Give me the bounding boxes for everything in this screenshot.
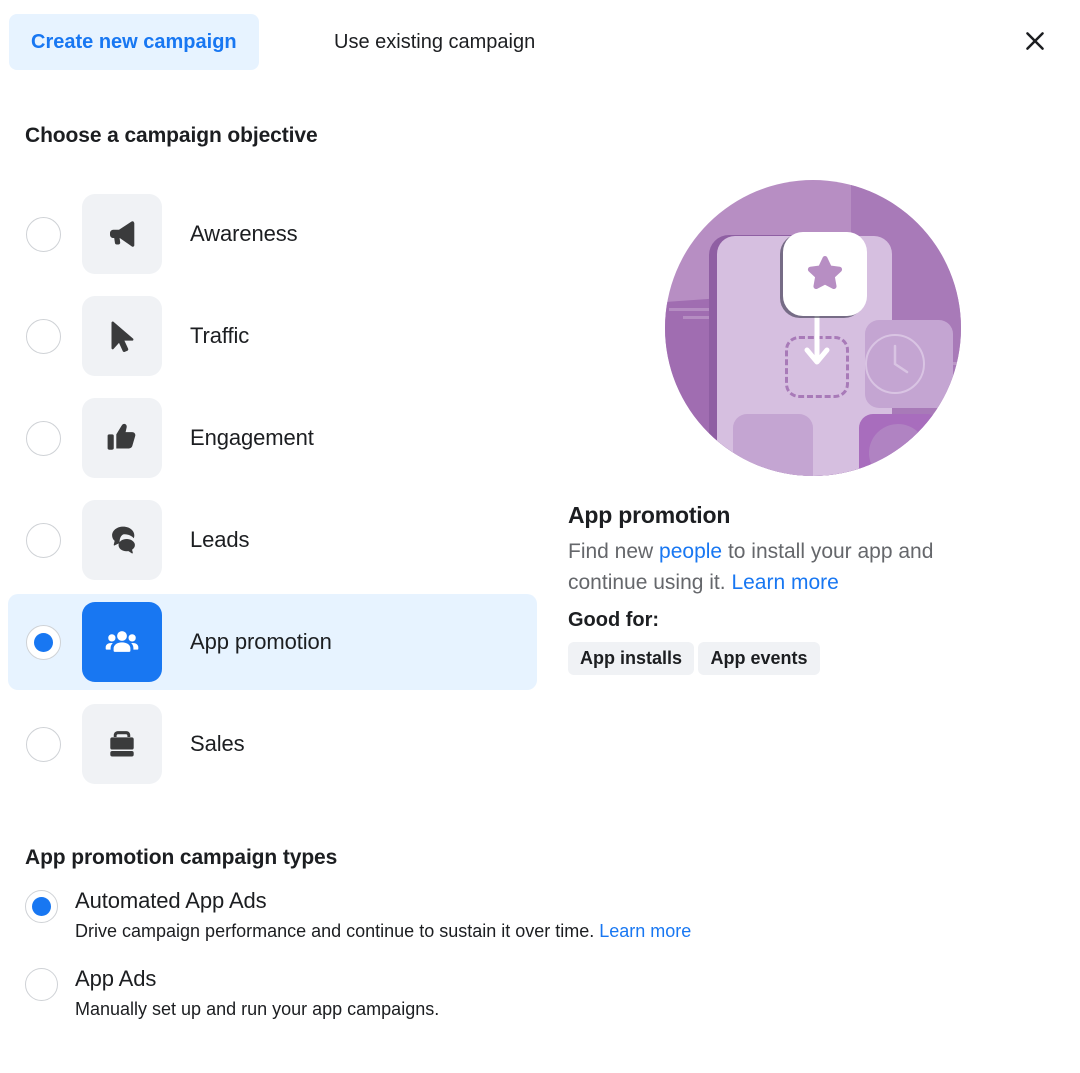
campaign-type-row-automated-app-ads[interactable]: Automated App Ads Drive campaign perform… <box>25 888 905 944</box>
campaign-types-title: App promotion campaign types <box>25 846 338 869</box>
megaphone-icon <box>82 194 162 274</box>
detail-description: Find new people to install your app and … <box>568 537 1018 599</box>
objective-list: Awareness Traffic Engagement Leads App p… <box>0 186 545 798</box>
objective-row-awareness[interactable]: Awareness <box>8 186 537 282</box>
objective-label: Sales <box>190 731 245 756</box>
campaign-type-desc-text: Manually set up and run your app campaig… <box>75 999 440 1020</box>
clock-icon <box>865 334 925 394</box>
radio-engagement[interactable] <box>26 420 61 456</box>
campaign-type-text: Automated App Ads Drive campaign perform… <box>75 888 691 944</box>
learn-more-link-automated[interactable]: Learn more <box>599 921 691 941</box>
people-link[interactable]: people <box>659 540 722 563</box>
objective-row-leads[interactable]: Leads <box>8 492 537 588</box>
radio-automated-app-ads[interactable] <box>25 890 58 923</box>
objective-section-title: Choose a campaign objective <box>25 124 318 147</box>
good-for-label: Good for: <box>568 608 660 631</box>
campaign-type-description: Manually set up and run your app campaig… <box>75 998 439 1021</box>
badge-app-events: App events <box>698 641 820 675</box>
objective-label: App promotion <box>190 629 332 654</box>
radio-sales[interactable] <box>26 726 61 762</box>
dialog-header: Create new campaign Use existing campaig… <box>0 0 1080 86</box>
objective-detail-panel: App promotion Find new people to install… <box>560 180 1060 686</box>
app-tile-lower-left <box>733 414 813 476</box>
campaign-types-list: Automated App Ads Drive campaign perform… <box>25 888 905 1044</box>
campaign-type-text: App Ads Manually set up and run your app… <box>75 966 439 1022</box>
campaign-type-description: Drive campaign performance and continue … <box>75 920 691 943</box>
learn-more-link[interactable]: Learn more <box>731 571 838 594</box>
radio-app-ads[interactable] <box>25 967 58 1001</box>
download-arrow-icon <box>804 311 830 368</box>
objective-label: Traffic <box>190 323 250 348</box>
campaign-type-desc-text: Drive campaign performance and continue … <box>75 921 600 942</box>
good-for-badges: App installs App events <box>568 641 1060 686</box>
radio-awareness[interactable] <box>26 216 61 252</box>
briefcase-icon <box>82 704 162 784</box>
objective-label: Leads <box>190 527 250 552</box>
close-icon <box>1022 28 1048 54</box>
objective-row-traffic[interactable]: Traffic <box>8 288 537 384</box>
campaign-type-label: Automated App Ads <box>75 888 267 913</box>
objective-row-engagement[interactable]: Engagement <box>8 390 537 486</box>
objective-label: Engagement <box>190 425 314 450</box>
radio-traffic[interactable] <box>26 318 61 354</box>
chat-bubbles-icon <box>82 500 162 580</box>
tab-create-new-campaign[interactable]: Create new campaign <box>9 14 259 70</box>
cursor-icon <box>82 296 162 376</box>
campaign-type-label: App Ads <box>75 965 157 991</box>
circle-app-icon <box>869 424 927 476</box>
close-button[interactable] <box>1014 20 1056 62</box>
radio-app-promotion[interactable] <box>26 624 61 660</box>
badge-app-installs: App installs <box>568 641 695 675</box>
phone-screen <box>717 232 953 476</box>
campaign-objective-dialog: Create new campaign Use existing campaig… <box>0 0 1080 1073</box>
objective-row-app-promotion[interactable]: App promotion <box>8 594 537 690</box>
app-promotion-illustration <box>665 180 961 476</box>
people-group-icon <box>82 602 162 682</box>
star-app-icon <box>783 232 867 316</box>
detail-title: App promotion <box>568 502 731 528</box>
objective-label: Awareness <box>190 221 298 246</box>
radio-leads[interactable] <box>26 522 61 558</box>
objective-row-sales[interactable]: Sales <box>8 696 537 792</box>
thumbs-up-icon <box>82 398 162 478</box>
detail-desc-part1: Find new <box>568 540 660 563</box>
tab-use-existing-campaign[interactable]: Use existing campaign <box>312 14 557 70</box>
campaign-type-row-app-ads[interactable]: App Ads Manually set up and run your app… <box>25 966 905 1022</box>
